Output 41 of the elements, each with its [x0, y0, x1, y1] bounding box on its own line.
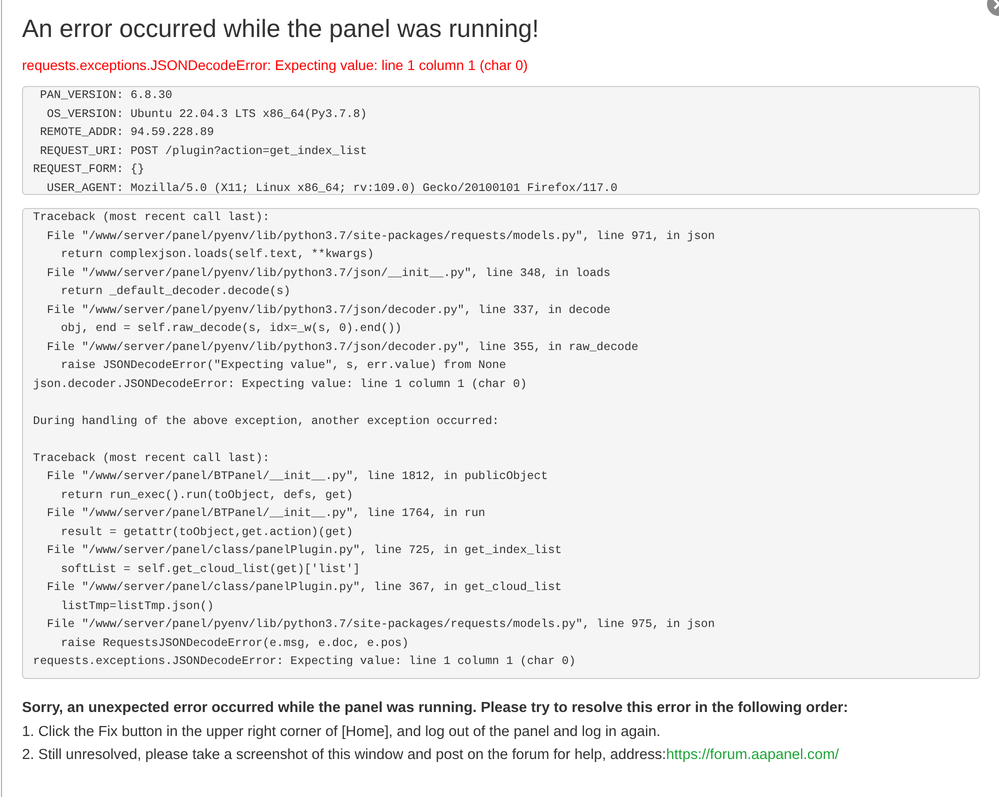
traceback-line: File "/www/server/panel/BTPanel/__init__.py", line 1764, in run: [46, 506, 486, 522]
environment-value: {}: [130, 162, 146, 178]
environment-key: REQUEST_FORM:: [33, 161, 124, 180]
traceback-line: File "/www/server/panel/pyenv/lib/python3.7/json/decoder.py", line 355, in raw_decode: [46, 340, 640, 356]
environment-key: USER_AGENT:: [33, 180, 124, 194]
help-step: 2. Still unresolved, please take a screenshot of this window and post on the forum for help, address:: [22, 747, 666, 763]
traceback-line: File "/www/server/panel/BTPanel/__init__.py", line 1812, in publicObject: [46, 469, 549, 485]
traceback-line: softList = self.get_cloud_list(get)['list']: [60, 562, 361, 578]
traceback-line: listTmp=listTmp.json(): [60, 598, 215, 614]
environment-key: OS_VERSION:: [33, 106, 124, 124]
traceback-line: obj, end = self.raw_decode(s, idx=_w(s, 0).end()): [60, 321, 403, 337]
traceback-line: During handling of the above exception, another exception occurred:: [33, 414, 500, 430]
traceback-line: File "/www/server/panel/pyenv/lib/python3.7/site-packages/requests/models.py", line 971, in json: [46, 228, 716, 244]
environment-key: PAN_VERSION:: [33, 87, 124, 106]
traceback-line: return complexjson.loads(self.text, **kwargs): [60, 247, 375, 263]
traceback-line: File "/www/server/panel/pyenv/lib/python3.7/site-packages/requests/models.py", line 975, in json: [46, 617, 716, 633]
traceback-line: Traceback (most recent call last):: [33, 210, 271, 226]
help-heading: Sorry, an unexpected error occurred while the panel was running. Please try to resolve this error in the following order:: [22, 699, 850, 718]
environment-value: 6.8.30: [130, 88, 174, 104]
traceback-line: return _default_decoder.decode(s): [60, 284, 292, 300]
traceback-line: json.decoder.JSONDecodeError: Expecting value: line 1 column 1 (char 0): [33, 376, 528, 392]
traceback-line: return run_exec().run(toObject, defs, get): [60, 488, 354, 504]
environment-value: POST /plugin?action=get_index_list: [130, 144, 368, 160]
environment-key: REQUEST_URI:: [33, 142, 124, 161]
traceback-line: File "/www/server/panel/pyenv/lib/python3.7/json/decoder.py", line 337, in decode: [46, 302, 612, 318]
error-message: requests.exceptions.JSONDecodeError: Expecting value: line 1 column 1 (char 0): [22, 56, 529, 75]
forum-link[interactable]: https://forum.aapanel.com/: [666, 747, 839, 763]
traceback-line: raise JSONDecodeError("Expecting value", s, err.value) from None: [60, 358, 508, 374]
traceback-line: File "/www/server/panel/class/panelPlugin.py", line 725, in get_index_list: [46, 543, 563, 559]
traceback-line: raise RequestsJSONDecodeError(e.msg, e.doc, e.pos): [60, 636, 410, 652]
environment-value: 94.59.228.89: [130, 125, 215, 141]
traceback-line: Traceback (most recent call last):: [33, 450, 271, 466]
dialog-title: An error occurred while the panel was running!: [22, 14, 540, 44]
help-step: 1. Click the Fix button in the upper right corner of [Home], and log out of the panel and log in again.: [22, 724, 660, 740]
environment-key: REMOTE_ADDR:: [33, 124, 124, 142]
traceback-line: File "/www/server/panel/class/panelPlugin.py", line 367, in get_cloud_list: [46, 580, 563, 596]
environment-value: Mozilla/5.0 (X11; Linux x86_64; rv:109.0) Gecko/20100101 Firefox/117.0: [130, 180, 618, 194]
traceback-line: requests.exceptions.JSONDecodeError: Expecting value: line 1 column 1 (char 0): [33, 654, 577, 670]
traceback-line: File "/www/server/panel/pyenv/lib/python3.7/json/__init__.py", line 348, in loads: [46, 266, 612, 282]
environment-value: Ubuntu 22.04.3 LTS x86_64(Py3.7.8): [130, 106, 368, 122]
traceback-line: result = getattr(toObject,get.action)(get): [60, 524, 354, 540]
